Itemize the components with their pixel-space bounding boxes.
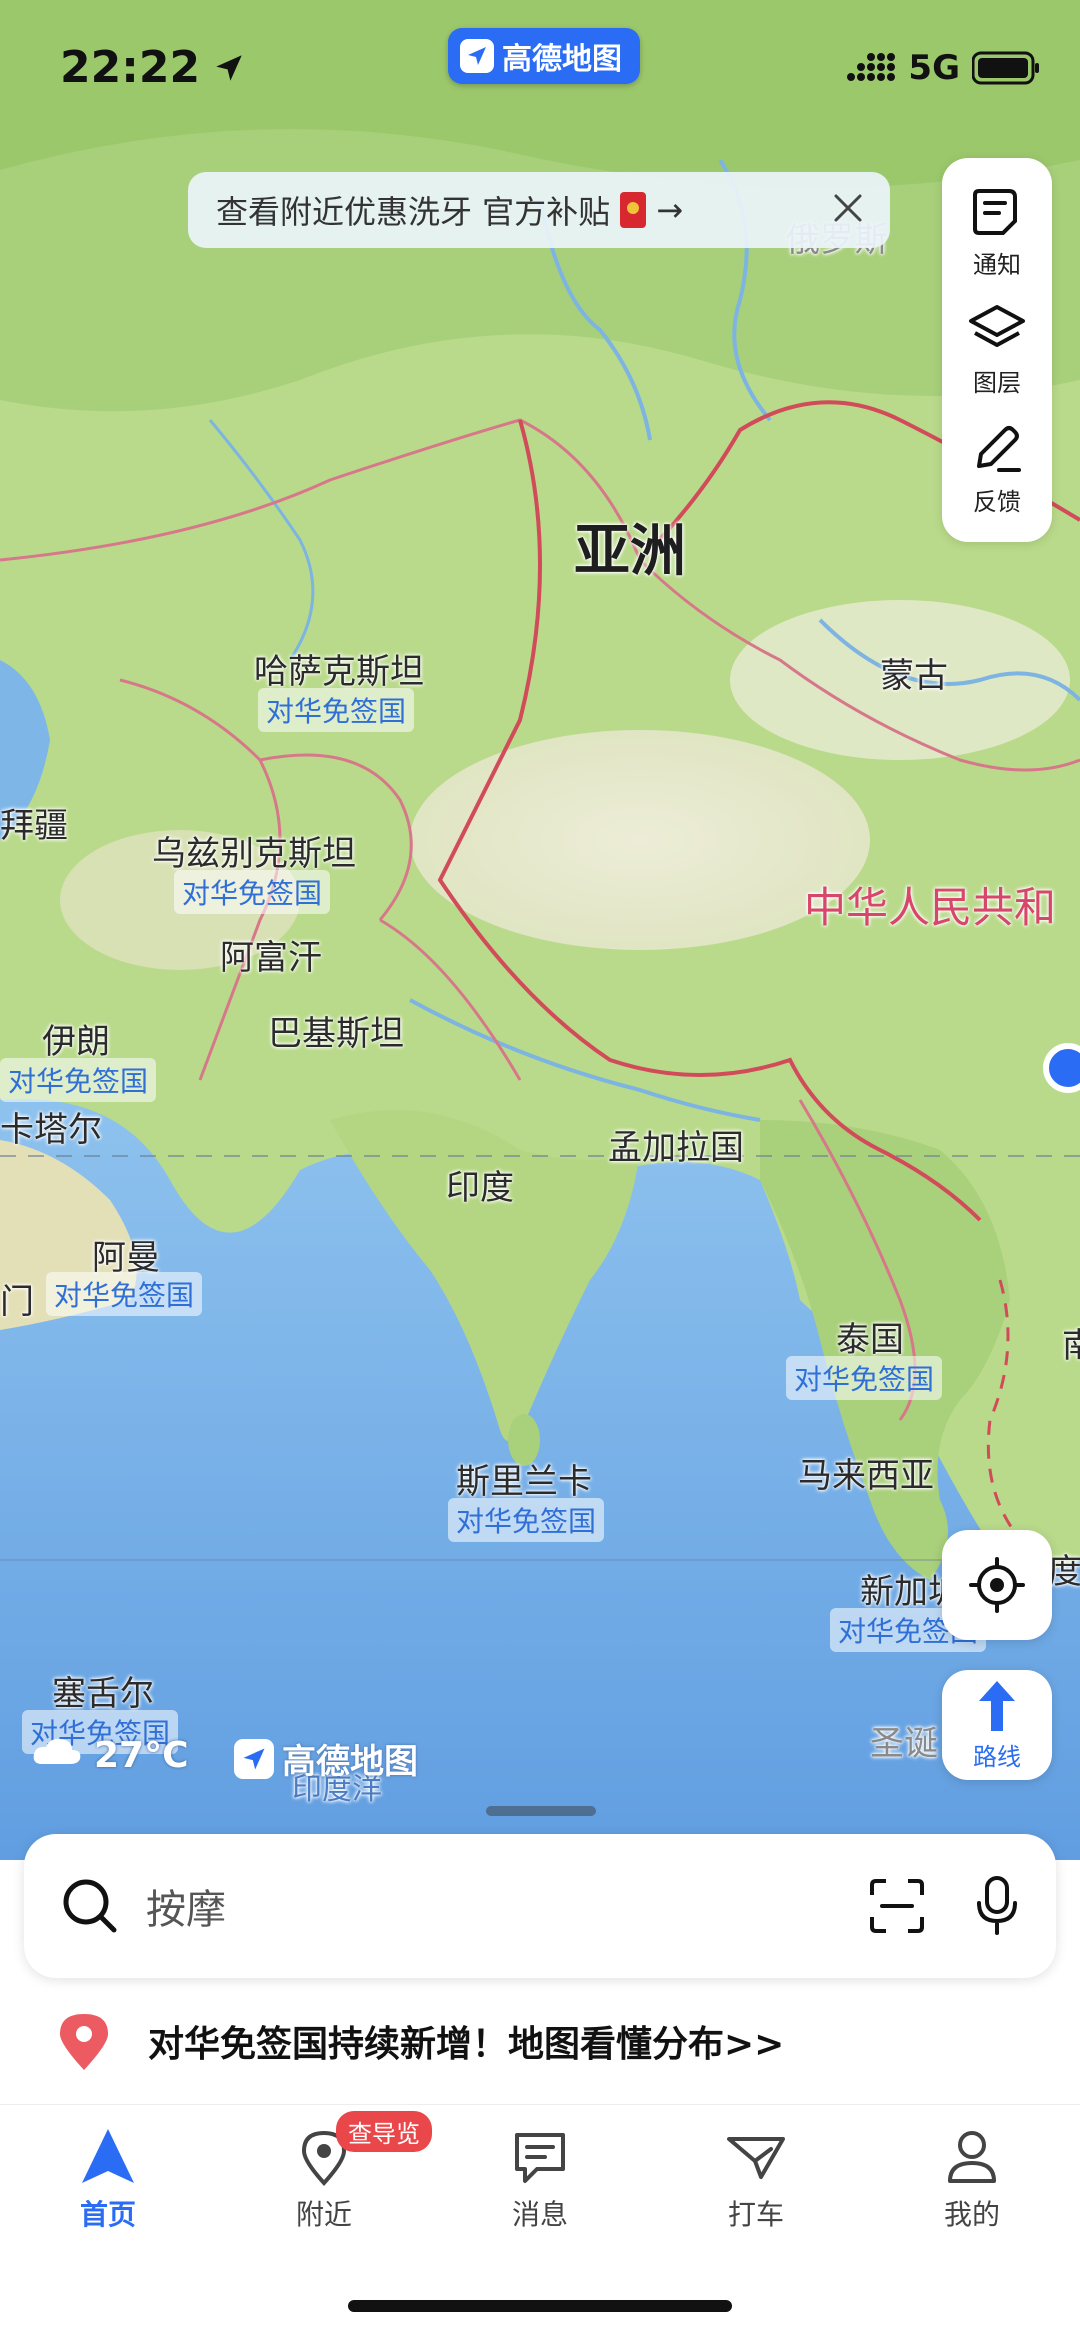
label-iran[interactable]: 伊朗 [42,1014,110,1063]
tab-messages-label: 消息 [511,2198,568,2231]
label-seychelles[interactable]: 塞舌尔 [52,1666,154,1715]
tab-messages[interactable]: 消息 [432,2105,648,2264]
sheet-drag-handle[interactable] [486,1806,596,1816]
status-time: 22:22 [60,42,246,93]
visa-tag-iran[interactable]: 对华免签国 [0,1058,157,1102]
tab-taxi[interactable]: 打车 [648,2105,864,2264]
news-text: 对华免签国持续新增！地图看懂分布>> [148,2024,785,2065]
news-banner[interactable]: 对华免签国持续新增！地图看懂分布>> [56,2010,784,2072]
signal-icon [847,53,896,81]
tab-taxi-label: 打车 [727,2198,784,2231]
nearby-badge: 查导览 [336,2111,432,2152]
weather-widget[interactable]: 27°C [30,1734,189,1777]
label-south: 南 [1062,1326,1080,1366]
route-button[interactable]: 路线 [942,1670,1052,1780]
search-bar[interactable]: 按摩 [24,1834,1056,1978]
tab-profile-label: 我的 [943,2198,1000,2231]
weather-temp: 27°C [94,1735,189,1776]
label-qatar: 卡塔尔 [0,1110,102,1150]
tab-profile[interactable]: 我的 [864,2105,1080,2264]
promo-banner[interactable]: 查看附近优惠洗牙 官方补贴 → [188,172,890,248]
label-continent: 亚洲 [574,519,686,584]
battery-icon [972,51,1039,85]
label-bangladesh: 孟加拉国 [608,1128,744,1168]
status-bar: 22:22 高德地图 5G [0,0,1080,140]
home-nav-icon [82,2129,134,2183]
tab-nearby[interactable]: 查导览 附近 [216,2105,432,2264]
layers-icon [969,305,1025,348]
tab-nearby-label: 附近 [295,2198,352,2231]
crosshair-icon [969,1557,1025,1613]
route-label: 路线 [973,1742,1021,1771]
visa-tag-oman[interactable]: 对华免签国 [46,1272,203,1316]
microphone-icon[interactable] [974,1875,1020,1937]
search-icon [63,1879,117,1933]
red-envelope-icon [620,192,647,228]
amap-logo-icon [234,1738,274,1779]
promo-arrow: → [656,191,683,229]
visa-tag-kazakhstan[interactable]: 对华免签国 [258,688,415,732]
location-pin-icon [60,2014,108,2070]
close-icon[interactable] [828,188,868,228]
search-input[interactable]: 按摩 [146,1877,868,1935]
tab-home-label: 首页 [79,2198,136,2231]
notice-button[interactable]: 通知 [969,183,1025,280]
brand-pill[interactable]: 高德地图 [448,28,640,84]
tab-bar: 首页 查导览 附近 消息 打车 我的 [0,2104,1080,2264]
time-text: 22:22 [60,42,201,93]
notice-icon [973,188,1017,235]
label-uzbekistan[interactable]: 乌兹别克斯坦 [152,826,356,875]
feedback-button[interactable]: 反馈 [969,420,1025,517]
route-arrow-icon [979,1680,1015,1731]
visa-tag-srilanka[interactable]: 对华免签国 [448,1498,605,1542]
label-indonesia: 度 [1048,1552,1080,1592]
status-right: 5G [846,48,1040,88]
promo-text: 查看附近优惠洗牙 官方补贴 [216,193,611,231]
map-side-panel: 通知 图层 反馈 [942,158,1052,542]
label-malaysia: 马来西亚 [798,1456,934,1496]
message-icon [515,2133,565,2183]
scan-icon[interactable] [868,1877,926,1935]
label-yemen: 门 [0,1282,34,1322]
cloud-icon [30,1734,84,1777]
label-azerbaijan: 拜疆 [0,806,68,846]
layers-label: 图层 [973,369,1021,398]
watermark-text: 高德地图 [282,1742,418,1782]
home-indicator [348,2300,732,2312]
map-watermark: 高德地图 [234,1734,418,1783]
amap-logo-icon [460,39,494,73]
label-thailand[interactable]: 泰国 [836,1312,904,1361]
label-china[interactable]: 中华人民共和 [804,874,1056,935]
label-christmas: 圣诞 [870,1724,938,1764]
notice-label: 通知 [973,250,1021,279]
label-kazakhstan[interactable]: 哈萨克斯坦 [254,644,424,693]
location-arrow-icon [216,54,242,81]
label-india: 印度 [446,1168,514,1208]
tab-home[interactable]: 首页 [0,2105,216,2264]
label-srilanka[interactable]: 斯里兰卡 [456,1454,592,1503]
feedback-label: 反馈 [973,488,1021,517]
layers-button[interactable]: 图层 [967,301,1027,398]
map-view[interactable]: 俄罗斯 亚洲 蒙古 哈萨克斯坦 对华免签国 拜疆 乌兹别克斯坦 对华免签国 中华… [0,0,1080,1920]
locate-button[interactable] [942,1530,1052,1640]
taxi-icon [727,2137,785,2179]
label-mongolia: 蒙古 [880,656,948,696]
visa-tag-thailand[interactable]: 对华免签国 [786,1356,943,1400]
edit-pen-icon [977,426,1021,473]
label-pakistan: 巴基斯坦 [268,1014,404,1054]
label-afghanistan: 阿富汗 [220,938,322,978]
network-type: 5G [908,48,960,88]
visa-tag-uzbekistan[interactable]: 对华免签国 [174,870,331,914]
profile-icon [948,2131,996,2183]
brand-name: 高德地图 [502,42,622,77]
